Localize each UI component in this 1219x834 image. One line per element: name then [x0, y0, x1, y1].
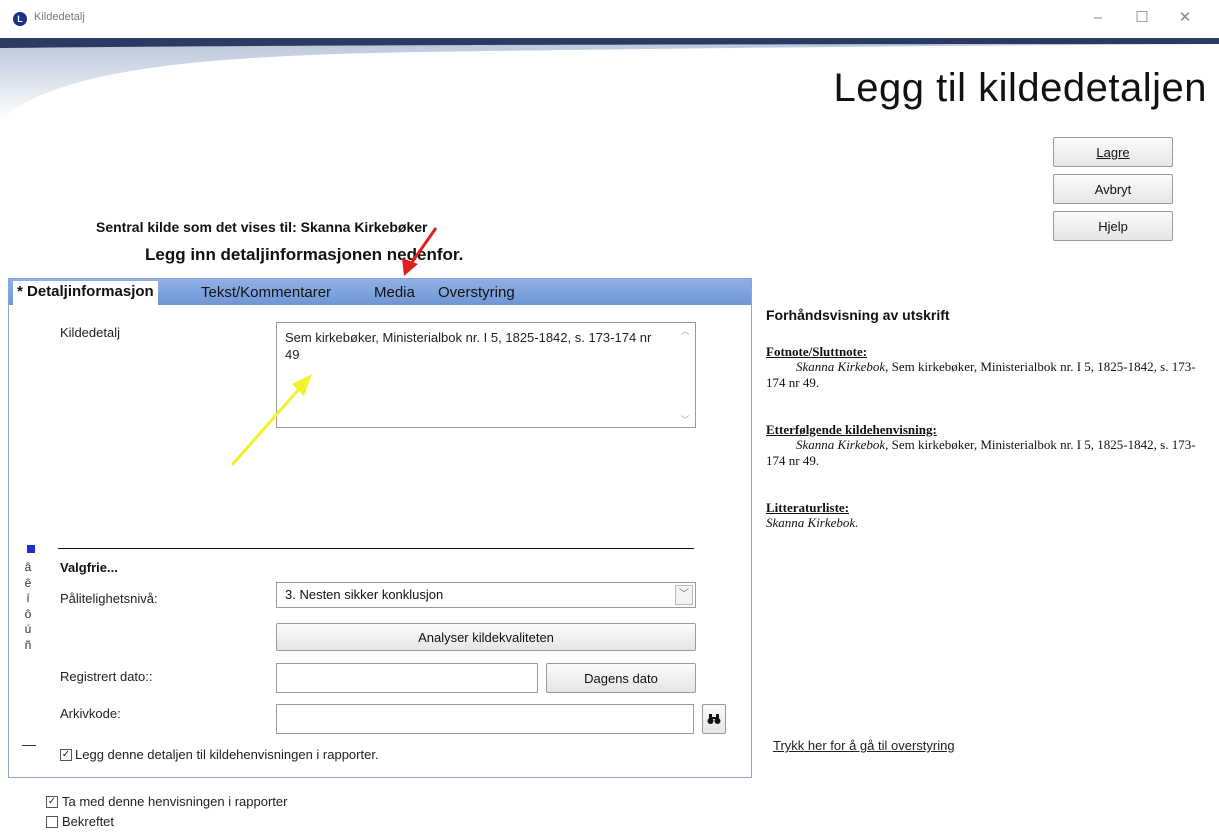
tab-detail-info[interactable]: * Detaljinformasjon — [13, 281, 158, 306]
app-icon: L — [13, 12, 27, 26]
registered-date-label: Registrert dato:: — [60, 669, 153, 684]
save-button-label: Lagre — [1096, 144, 1130, 160]
footnote-heading: Fotnote/Sluttnote: — [766, 344, 868, 359]
include-detail-label: Legg denne detaljen til kildehenvisninge… — [75, 747, 379, 762]
include-reference-checkbox[interactable]: ✓ — [46, 796, 58, 808]
binoculars-icon[interactable] — [702, 704, 726, 734]
instruction-text: Legg inn detaljinformasjonen nedenfor. — [145, 245, 464, 264]
title-bar — [0, 0, 1219, 38]
cancel-button[interactable]: Avbryt — [1053, 174, 1173, 204]
char-u-acute[interactable]: ú — [21, 622, 35, 638]
include-detail-checkbox[interactable]: ✓ — [60, 749, 72, 761]
confirmed-label: Bekreftet — [62, 814, 115, 829]
char-a-circumflex[interactable]: â — [21, 560, 35, 576]
scroll-up-icon[interactable]: ︿ — [677, 324, 693, 337]
analyze-quality-button[interactable]: Analyser kildekvaliteten — [276, 623, 696, 651]
char-o-circumflex[interactable]: ô — [21, 607, 35, 623]
confirmed-checkbox[interactable] — [46, 816, 58, 828]
include-reference-label: Ta med denne henvisningen i rapporter — [62, 794, 288, 809]
cancel-button-label: Avbryt — [1094, 181, 1132, 197]
footnote-source: Skanna Kirkebok, — [796, 359, 889, 374]
today-date-label: Dagens dato — [584, 670, 658, 686]
maximize-button[interactable]: ☐ — [1122, 6, 1162, 30]
archive-code-input[interactable] — [276, 704, 694, 734]
page-title: Legg til kildedetaljen — [833, 66, 1207, 110]
subsequent-source: Skanna Kirkebok, — [796, 437, 889, 452]
today-date-button[interactable]: Dagens dato — [546, 663, 696, 693]
bibliography-text: Skanna Kirkebok. — [766, 515, 1206, 531]
central-source-text: Sentral kilde som det vises til: Skanna … — [96, 219, 428, 235]
tab-override[interactable]: Overstyring — [438, 284, 515, 301]
detail-textarea[interactable]: Sem kirkebøker, Ministerialbok nr. I 5, … — [276, 322, 696, 428]
optional-divider — [58, 548, 694, 549]
char-e-circumflex[interactable]: ê — [21, 576, 35, 592]
window-title: Kildedetalj — [34, 11, 85, 23]
char-n-tilde[interactable]: ñ — [21, 638, 35, 654]
chevron-down-icon[interactable]: ﹀ — [675, 585, 693, 605]
save-button[interactable]: Lagre — [1053, 137, 1173, 167]
strip-divider — [22, 745, 36, 746]
detail-label: Kildedetalj — [60, 325, 120, 340]
analyze-quality-label: Analyser kildekvaliteten — [418, 629, 554, 645]
tab-text-comments[interactable]: Tekst/Kommentarer — [201, 284, 331, 301]
bibliography-source: Skanna Kirkebok. — [766, 515, 859, 530]
help-button-label: Hjelp — [1098, 218, 1128, 234]
subsequent-text: Skanna Kirkebok, Sem kirkebøker, Ministe… — [766, 437, 1206, 469]
subsequent-heading: Etterfølgende kildehenvisning: — [766, 422, 937, 437]
reliability-select[interactable]: 3. Nesten sikker konklusjon — [276, 582, 696, 608]
scroll-down-icon[interactable]: ﹀ — [677, 413, 693, 426]
detail-scrollbar[interactable]: ︿ ﹀ — [677, 324, 693, 426]
close-button[interactable]: ✕ — [1165, 6, 1205, 30]
minimize-button[interactable]: – — [1078, 6, 1118, 30]
tab-media[interactable]: Media — [374, 284, 415, 301]
reliability-label: Pålitelighetsnivå: — [60, 591, 158, 606]
binoculars-glyph — [707, 714, 721, 724]
footnote-text: Skanna Kirkebok, Sem kirkebøker, Ministe… — [766, 359, 1206, 391]
help-button[interactable]: Hjelp — [1053, 211, 1173, 241]
override-link[interactable]: Trykk her for å gå til overstyring — [773, 738, 955, 753]
char-i-acute[interactable]: í — [21, 591, 35, 607]
archive-code-label: Arkivkode: — [60, 706, 121, 721]
registered-date-input[interactable] — [276, 663, 538, 693]
charmap-flag-icon[interactable] — [27, 545, 35, 553]
bibliography-heading: Litteraturliste: — [766, 500, 850, 515]
special-char-strip: â ê í ô ú ñ — [21, 560, 35, 653]
preview-title: Forhåndsvisning av utskrift — [766, 307, 950, 323]
optional-heading: Valgfrie... — [60, 560, 118, 575]
